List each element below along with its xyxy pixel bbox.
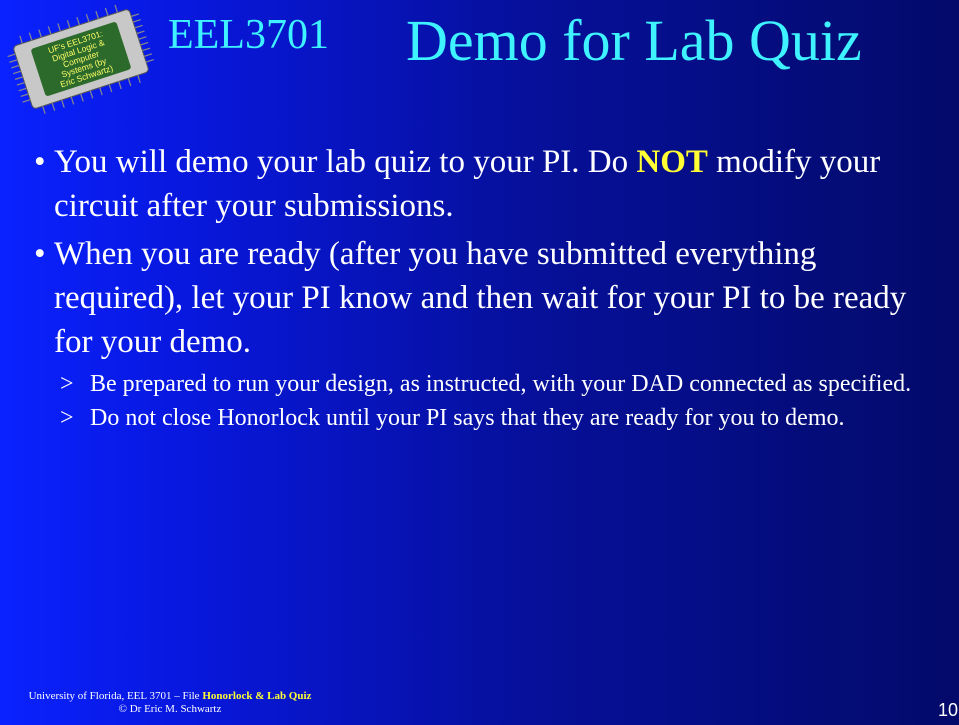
bullet-2: • When you are ready (after you have sub… [34, 232, 936, 364]
bullet-1-text: You will demo your lab quiz to your PI. … [46, 140, 936, 228]
sub-bullet-arrow-icon: > [60, 371, 74, 397]
slide-title: Demo for Lab Quiz [406, 8, 862, 73]
bullet-1-pre: You will demo your lab quiz to your PI. … [54, 144, 637, 180]
footer-line-2: © Dr Eric M. Schwartz [118, 703, 222, 715]
sub-bullet-2-text: Do not close Honorlock until your PI say… [90, 405, 845, 431]
sub-bullet-1: > Be prepared to run your design, as ins… [60, 368, 936, 400]
bullet-2-text: When you are ready (after you have submi… [54, 236, 907, 360]
course-code: EEL3701 [168, 12, 329, 58]
sub-bullet-2: > Do not close Honorlock until your PI s… [60, 402, 936, 434]
bullet-1: • You will demo your lab quiz to your PI… [34, 140, 936, 228]
slide-content: • You will demo your lab quiz to your PI… [34, 140, 936, 434]
bullet-dot-icon: • [34, 236, 46, 272]
footer-highlight: Honorlock & Lab Quiz [202, 690, 312, 702]
bullet-dot-icon: • [34, 144, 46, 180]
sub-bullet-1-text: Be prepared to run your design, as instr… [90, 371, 912, 397]
footer-line-1: University of Florida, EEL 3701 – File H… [0, 690, 340, 703]
sub-bullet-arrow-icon: > [60, 405, 74, 431]
page-number: 10 [938, 700, 959, 720]
slide: UF's EEL3701: Digital Logic & Computer S… [0, 0, 959, 725]
bullet-1-emphasis: NOT [636, 144, 708, 180]
footer-prefix: University of Florida, EEL 3701 – File [28, 690, 203, 702]
chip-logo-icon: UF's EEL3701: Digital Logic & Computer S… [7, 4, 154, 114]
footer: University of Florida, EEL 3701 – File H… [0, 690, 340, 716]
